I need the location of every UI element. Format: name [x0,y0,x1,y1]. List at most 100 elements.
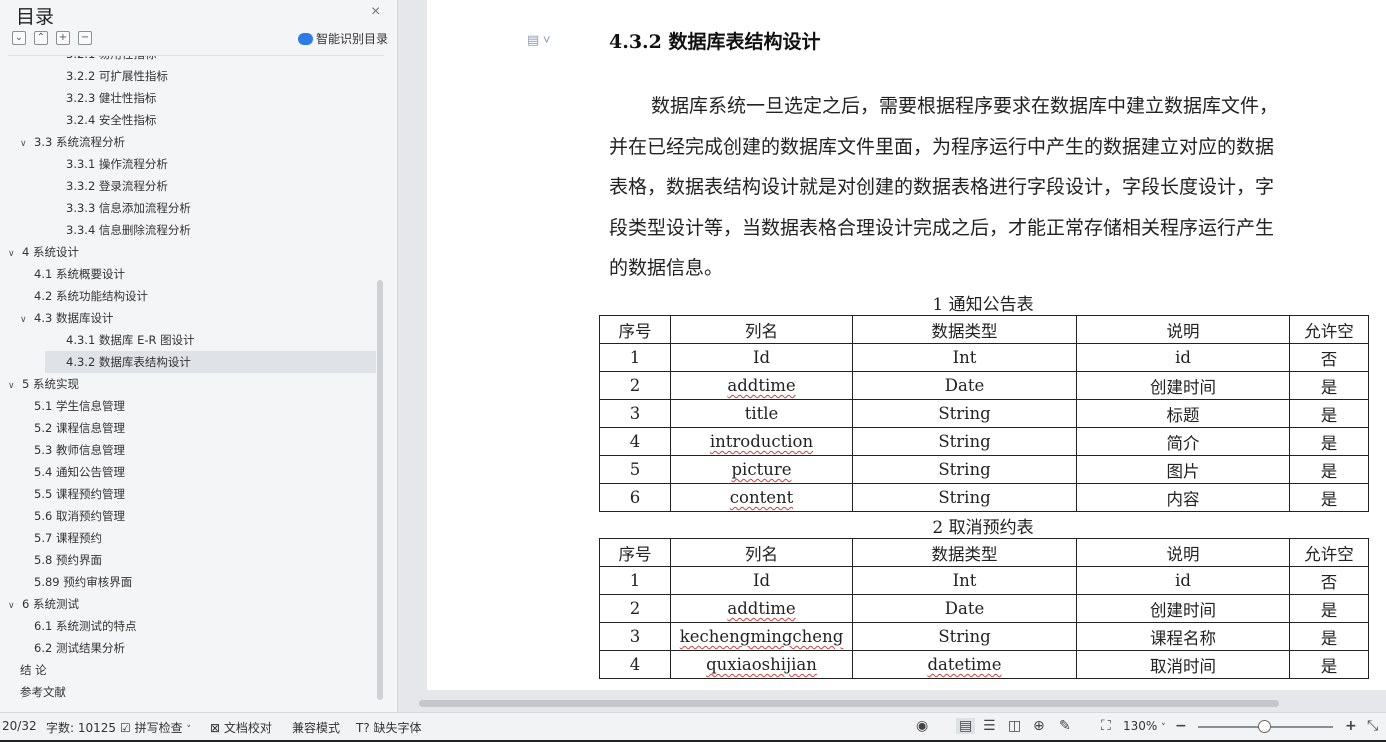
toc-item[interactable]: 4.3.2 数据库表结构设计 [45,351,376,373]
table-header-cell: 允许空 [1289,538,1369,567]
table-cell-text: addtime [727,376,796,395]
word-count[interactable]: 字数: 10125 [46,719,116,736]
toc-item[interactable]: 3.3.2 登录流程分析 [8,175,376,197]
chevron-down-icon[interactable]: ∨ [20,309,34,331]
table-header-cell: 说明 [1076,538,1290,567]
toc-item[interactable]: 参考文献 [8,681,376,703]
table-cell-text: 4 [629,432,641,451]
table-header-cell: 允许空 [1289,315,1369,344]
toc-item-label: 4 系统设计 [22,245,79,259]
toc-item[interactable]: ∨ 5 系统实现 [8,373,376,395]
pen-icon[interactable]: ✎ [1059,718,1071,734]
web-view-icon[interactable]: ⊕ [1033,718,1045,734]
toc-item-label: 3.2.4 安全性指标 [66,113,157,127]
toc-item[interactable]: 6.2 测试结果分析 [8,637,376,659]
zoom-slider-thumb[interactable] [1258,720,1272,733]
toc-item[interactable]: 4.1 系统概要设计 [8,263,376,285]
outline-view-icon[interactable]: ☰ [983,718,996,734]
scrollbar-thumb[interactable] [419,700,1279,707]
table-cell-text: String [938,460,991,479]
add-heading-icon[interactable]: + [56,31,70,45]
page-indicator[interactable]: 20/32 [2,719,37,733]
toc-item[interactable]: 5.7 课程预约 [8,527,376,549]
toc-item[interactable]: 5.3 教师信息管理 [8,439,376,461]
zoom-in-icon[interactable]: + [1345,718,1357,734]
zoom-level-value: 130% [1123,719,1158,733]
table-row: 3 kechengmingcheng String 课程名称 是 [599,622,1369,651]
toc-pane: 目录 × ⌄ ⌃ + − 智能识别目录 3.2.1 易用性指标 3.2.2 可扩展… [0,0,398,712]
toc-item[interactable]: 3.2.1 易用性指标 [8,56,376,65]
toc-item[interactable]: 3.3.4 信息删除流程分析 [8,219,376,241]
toc-item[interactable]: 5.1 学生信息管理 [8,395,376,417]
zoom-level[interactable]: 130% ˅ [1123,719,1166,733]
toc-item[interactable]: 5.4 通知公告管理 [8,461,376,483]
chevron-down-icon[interactable]: ∨ [8,595,22,617]
toc-item[interactable]: 6.1 系统测试的特点 [8,615,376,637]
table-header-cell: 序号 [599,538,671,567]
table-cell-text: title [744,404,779,423]
chevron-down-icon: ˅ [186,725,191,735]
table-cell: Id [670,343,853,372]
table-cell-text: Int [952,571,977,590]
toc-item[interactable]: 5.89 预约审核界面 [8,571,376,593]
toc-item[interactable]: ∨ 4 系统设计 [8,241,376,263]
table-row: 3 title String 标题 是 [599,399,1369,428]
missing-fonts-button[interactable]: T? 缺失字体 [356,719,422,736]
document-outline-icon[interactable]: ▤ ˅ [527,32,551,48]
toc-item[interactable]: 3.3.1 操作流程分析 [8,153,376,175]
page-view-icon[interactable]: ▤ [956,718,976,734]
remove-heading-icon[interactable]: − [78,31,92,45]
toc-item[interactable]: 4.3.1 数据库 E-R 图设计 [8,329,376,351]
table-header-cell: 列名 [670,315,853,344]
toc-item[interactable]: 5.5 课程预约管理 [8,483,376,505]
toc-item[interactable]: 结 论 [8,659,376,681]
chevron-down-icon[interactable]: ∨ [20,133,34,155]
toc-item[interactable]: 5.2 课程信息管理 [8,417,376,439]
table-cell-text: 简介 [1166,433,1200,453]
toc-item[interactable]: ∨ 3.3 系统流程分析 [8,131,376,153]
table-cell-text: 3 [629,404,641,423]
toc-item[interactable]: 3.2.2 可扩展性指标 [8,65,376,87]
table-cell-text: 6 [629,488,641,507]
doc-check-icon: ⊠ [210,721,221,735]
chevron-down-icon[interactable]: ∨ [8,375,22,397]
collapse-all-icon[interactable]: ⌄ [12,31,26,45]
reading-view-icon[interactable]: ◫ [1008,718,1021,734]
smart-toc-button[interactable]: 智能识别目录 [298,30,388,47]
table-cell: 1 [599,566,671,595]
table-cell: 是 [1289,455,1369,484]
table-header-cell: 序号 [599,315,671,344]
toc-item[interactable]: ∨ 6 系统测试 [8,593,376,615]
close-icon[interactable]: × [371,3,380,21]
toc-item[interactable]: 5.8 预约界面 [8,549,376,571]
toc-item[interactable]: 3.2.3 健壮性指标 [8,87,376,109]
eye-protection-icon[interactable]: ◉ [916,718,928,734]
toc-item[interactable]: 5.6 取消预约管理 [8,505,376,527]
table-cell-text: String [938,432,991,451]
toc-scrollbar[interactable] [377,280,383,700]
toc-item[interactable]: ∨ 4.3 数据库设计 [8,307,376,329]
paragraph-line: 段类型设计等，当数据表格合理设计完成之后，才能正常存储相关程序运行产生 [609,216,1275,239]
table-cell: content [670,483,853,512]
fullscreen-icon[interactable]: ⤡ [1367,718,1378,734]
table-cell-text: content [729,488,794,507]
chevron-down-icon[interactable]: ∨ [8,243,22,265]
horizontal-scrollbar[interactable] [399,697,1386,710]
table-cell: 创建时间 [1076,594,1290,623]
toc-item[interactable]: 3.3.3 信息添加流程分析 [8,197,376,219]
table-cell-text: Id [752,348,771,367]
toc-item-label: 3.3.1 操作流程分析 [66,157,168,171]
toc-item[interactable]: 3.2.4 安全性指标 [8,109,376,131]
paragraph-line: 的数据信息。 [609,257,724,279]
doc-check-button[interactable]: ⊠ 文档校对 [210,719,272,736]
compat-mode-label[interactable]: 兼容模式 [292,719,340,736]
fit-page-icon[interactable]: ⛶ [1101,718,1111,734]
expand-all-icon[interactable]: ⌃ [34,31,48,45]
spell-check-button[interactable]: ☑ 拼写检查 ˅ [120,719,191,736]
checkbox-icon: ☑ [120,721,131,735]
zoom-out-icon[interactable]: − [1175,718,1187,734]
table-row: 4 introduction String 简介 是 [599,427,1369,456]
toc-item[interactable]: 4.2 系统功能结构设计 [8,285,376,307]
toc-item-label: 3.3.2 登录流程分析 [66,179,168,193]
table-cell-text: 创建时间 [1150,600,1216,620]
